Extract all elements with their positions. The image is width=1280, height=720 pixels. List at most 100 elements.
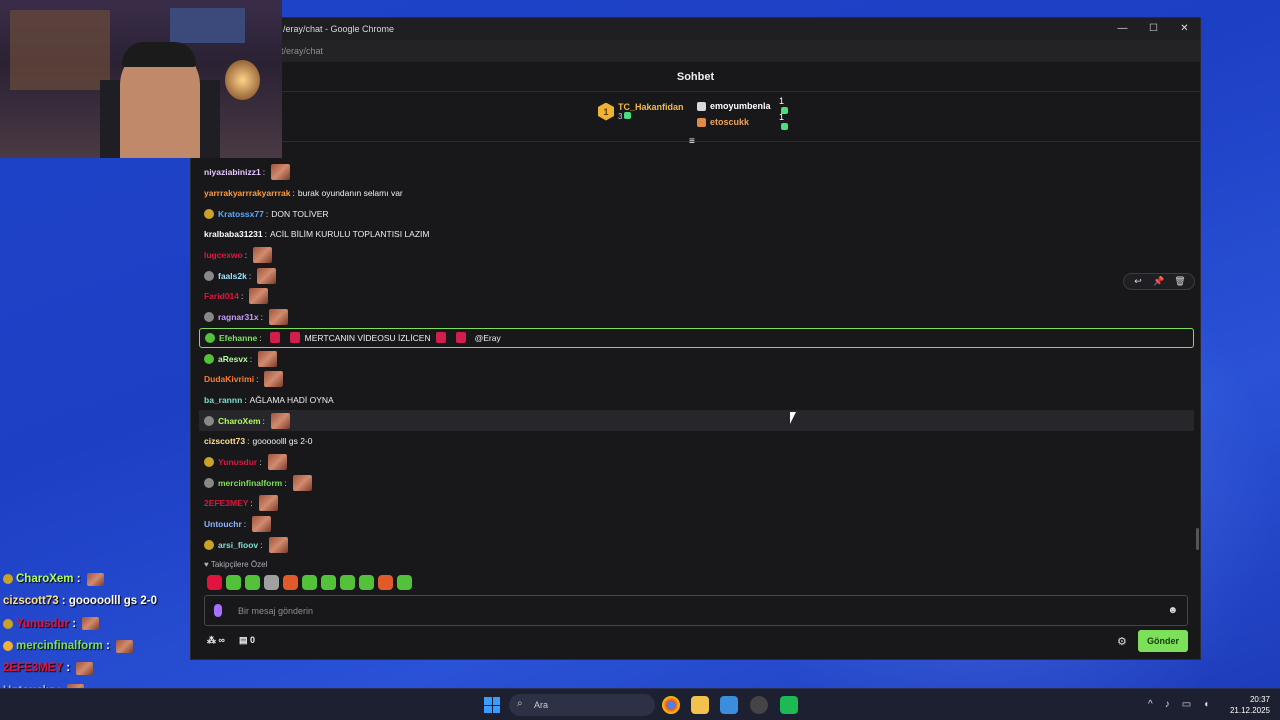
emote[interactable] [264,575,279,590]
chat-message[interactable]: Kratossx77: DON TOLİVER [199,203,1194,224]
close-button[interactable]: ✕ [1169,18,1200,40]
message-username[interactable]: ba_rannn [204,395,242,405]
chat-message[interactable]: arsi_fioov: [199,534,1194,555]
message-username[interactable]: ragnar31x [218,312,259,322]
chat-message[interactable]: Yunusdur: [199,452,1194,473]
message-username[interactable]: lugcexwo [204,250,243,260]
overlay-username: 2EFE3MEY [3,662,64,675]
message-username[interactable]: mercinfinalform [218,478,282,488]
message-username[interactable]: Farid014 [204,291,239,301]
pin-icon[interactable]: 📌 [1149,276,1169,287]
leaderboard-first[interactable]: 1 TC_Hakanfidan 3 [598,102,684,121]
message-separator: : [240,291,244,302]
chrome-icon[interactable] [662,696,680,714]
microphone-tray-icon[interactable]: ♪ [1165,699,1170,710]
settings-gear-icon[interactable]: ⚙ [1117,635,1127,648]
message-username[interactable]: niyaziabinizz1 [204,167,261,177]
message-username[interactable]: yarrrakyarrrakyarrrak [204,188,291,198]
leaderboard-third[interactable]: etoscukk 1 [697,112,788,130]
message-username[interactable]: arsi_fioov [218,540,258,550]
chat-message[interactable]: cizscott73: gooooolll gs 2-0 [199,431,1194,452]
message-username[interactable]: CharoXem [218,416,261,426]
volume-icon[interactable]: ◖ [1203,699,1209,710]
scrollbar[interactable] [1196,528,1199,550]
message-username[interactable]: aResvx [218,354,248,364]
start-button[interactable] [484,697,500,713]
emote[interactable] [283,575,298,590]
message-username[interactable]: Untouchr [204,519,242,529]
chat-message[interactable]: mercinfinalform: [199,472,1194,493]
message-separator: : [250,498,253,509]
network-icon[interactable]: ▭ [1182,699,1191,710]
chat-message[interactable]: ba_rannn: AĞLAMA HADİ OYNA [199,390,1194,411]
overlay-message: Yunusdur : [3,613,157,635]
chat-message[interactable]: Farid014: [199,286,1194,307]
emote[interactable] [226,575,241,590]
emote[interactable] [245,575,260,590]
gift-icon [624,112,632,119]
emote [258,495,278,512]
emote[interactable] [378,575,393,590]
emoji-icon[interactable]: ☻ [1167,605,1178,616]
message-separator: : [248,270,252,281]
chat-message[interactable]: DudaKivrimi: [199,369,1194,390]
overlay-username: CharoXem [16,573,74,586]
chat-message[interactable]: yarrrakyarrrakyarrrak: burak oyundanın se… [199,183,1194,204]
maximize-button[interactable]: ☐ [1138,18,1169,40]
chat-message[interactable]: kralbaba31231: ACİL BİLİM KURULU TOPLANTI… [199,224,1194,245]
emote[interactable] [321,575,336,590]
taskbar-search[interactable]: ⌕ Ara [509,694,655,716]
leaderboard-second[interactable]: emoyumbenla 1 [697,96,788,114]
file-explorer-icon[interactable] [691,696,709,714]
chat-message[interactable]: 2EFE3MEY: [199,493,1194,514]
emote [249,288,269,305]
message-username[interactable]: faals2k [218,271,247,281]
chat-message[interactable]: Untouchr: [199,514,1194,535]
chat-message[interactable]: lugcexwo: [199,245,1194,266]
store-icon[interactable] [720,696,738,714]
emote [86,572,104,586]
minimize-button[interactable]: — [1107,18,1138,40]
emote [264,371,284,388]
chevron-up-icon[interactable]: ^ [1148,699,1153,710]
message-separator: : [259,332,262,343]
chat-message[interactable]: faals2k: [199,265,1194,286]
address-bar[interactable]: t/eray/chat [191,40,1200,62]
clock-date: 21.12.2025 [1229,706,1270,715]
emote[interactable] [359,575,374,590]
emote[interactable] [207,575,222,590]
message-username[interactable]: Yunusdur [218,457,257,467]
message-username[interactable]: kralbaba31231 [204,229,263,239]
message-username[interactable]: DudaKivrimi [204,374,254,384]
message-username[interactable]: cizscott73 [204,436,245,446]
emote[interactable] [302,575,317,590]
emote[interactable] [397,575,412,590]
message-separator: : [264,229,267,240]
message-username[interactable]: Kratossx77 [218,209,264,219]
obs-icon[interactable] [750,696,768,714]
app-icon[interactable] [780,696,798,714]
delete-icon[interactable]: 🗑 [1170,276,1190,287]
subscriber-badge-icon [204,539,214,550]
leaderboard-first-count: 3 [618,112,623,121]
message-username[interactable]: 2EFE3MEY [204,498,248,508]
message-separator: : [247,436,250,447]
store-widget[interactable]: ▤ 0 [239,635,255,646]
points-widget[interactable]: ⁂ ∞ [207,635,225,646]
chat-message[interactable]: aResvx: [199,348,1194,369]
chat-input[interactable]: Bir mesaj gönderin ☻ [204,595,1188,626]
chat-message[interactable]: CharoXem: [199,410,1194,431]
collapse-icon[interactable]: ≡ [689,136,701,147]
chat-message[interactable]: Efehanne: MERTCANIN VİDEOSU İZLİCEN @Eray [199,327,1194,349]
search-label: Ara [534,700,549,710]
message-username[interactable]: Efehanne [219,333,257,343]
message-mention[interactable]: @Eray [475,333,501,343]
send-button[interactable]: Gönder [1138,630,1188,652]
clock[interactable]: 20:37 21.12.2025 [1226,694,1270,716]
chat-message[interactable]: niyaziabinizz1: [199,162,1194,183]
reply-icon[interactable]: ↩ [1128,276,1148,287]
emote[interactable] [340,575,355,590]
microphone-icon[interactable] [214,604,222,617]
chat-message[interactable]: ragnar31x: [199,307,1194,328]
message-separator: : [260,312,264,323]
